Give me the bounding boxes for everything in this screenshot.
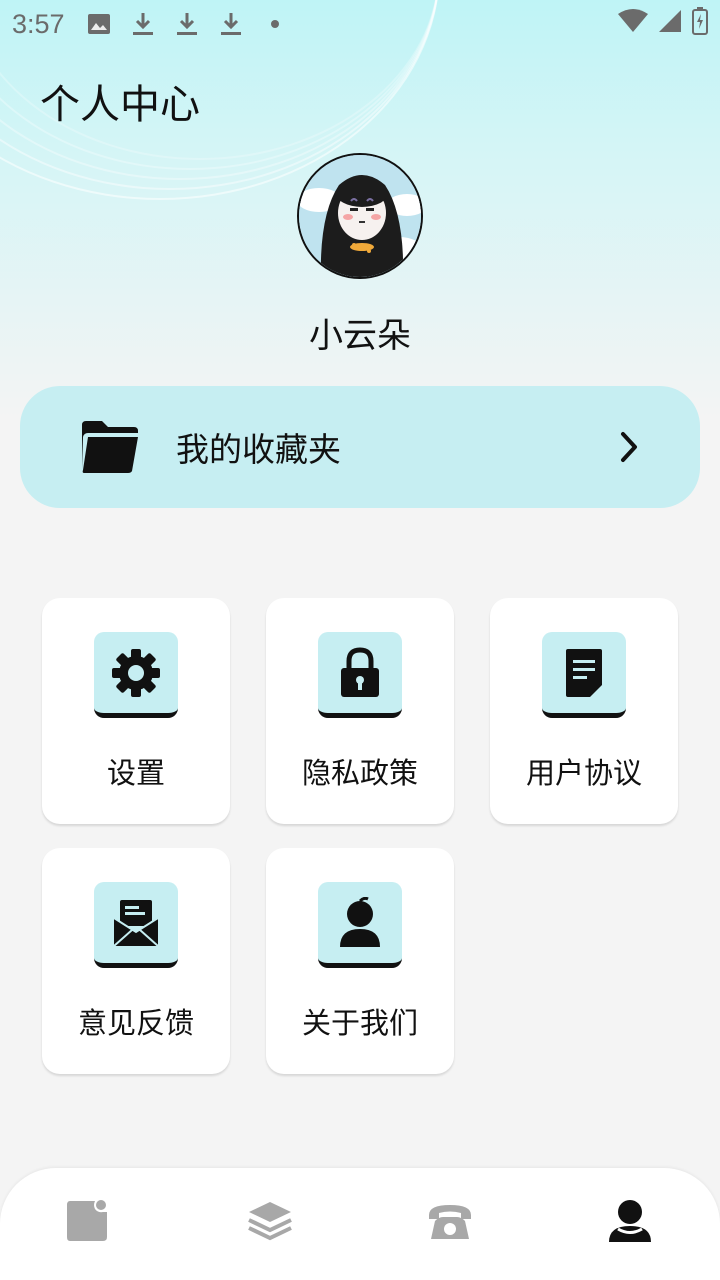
chevron-right-icon bbox=[618, 431, 640, 463]
battery-icon bbox=[692, 6, 708, 42]
menu-icon-box bbox=[318, 882, 402, 972]
favorites-label: 我的收藏夹 bbox=[176, 430, 341, 469]
menu-item-label: 隐私政策 bbox=[301, 756, 418, 790]
download-icon bbox=[131, 12, 155, 36]
menu-item-label: 设置 bbox=[106, 756, 165, 790]
nav-item-layers[interactable] bbox=[240, 1198, 300, 1248]
dot-icon bbox=[263, 12, 287, 36]
nav-item-profile[interactable] bbox=[600, 1198, 660, 1248]
signal-icon bbox=[658, 9, 682, 40]
menu-icon-box bbox=[94, 632, 178, 722]
menu-item-feedback[interactable]: 意见反馈 bbox=[42, 848, 230, 1074]
wifi-icon bbox=[618, 8, 648, 40]
download-icon bbox=[219, 12, 243, 36]
bottom-nav bbox=[0, 1168, 720, 1280]
menu-item-label: 用户协议 bbox=[525, 756, 642, 790]
page-title: 个人中心 bbox=[40, 82, 200, 128]
nav-item-contact[interactable] bbox=[420, 1198, 480, 1248]
phone-icon bbox=[427, 1201, 473, 1245]
layers-icon bbox=[247, 1200, 293, 1246]
avatar[interactable] bbox=[297, 153, 423, 279]
note-icon bbox=[65, 1199, 111, 1247]
lock-icon bbox=[318, 632, 402, 718]
download-icon bbox=[175, 12, 199, 36]
gear-icon bbox=[94, 632, 178, 718]
nav-item-home[interactable] bbox=[58, 1198, 118, 1248]
menu-item-user-agreement[interactable]: 用户协议 bbox=[490, 598, 678, 824]
menu-item-settings[interactable]: 设置 bbox=[42, 598, 230, 824]
menu-item-label: 关于我们 bbox=[301, 1006, 418, 1040]
menu-item-label: 意见反馈 bbox=[77, 1006, 194, 1040]
username: 小云朵 bbox=[309, 316, 411, 356]
image-icon bbox=[87, 12, 111, 36]
folder-icon bbox=[80, 419, 140, 475]
status-right bbox=[618, 6, 708, 42]
menu-icon-box bbox=[542, 632, 626, 722]
status-bar: 3:57 bbox=[0, 0, 720, 48]
status-time: 3:57 bbox=[12, 8, 65, 39]
mail-icon bbox=[94, 882, 178, 968]
profile-icon bbox=[607, 1198, 653, 1248]
menu-item-privacy[interactable]: 隐私政策 bbox=[266, 598, 454, 824]
document-icon bbox=[542, 632, 626, 718]
menu-icon-box bbox=[94, 882, 178, 972]
menu-item-about[interactable]: 关于我们 bbox=[266, 848, 454, 1074]
person-icon bbox=[318, 882, 402, 968]
favorites-button[interactable]: 我的收藏夹 bbox=[20, 386, 700, 508]
menu-icon-box bbox=[318, 632, 402, 722]
